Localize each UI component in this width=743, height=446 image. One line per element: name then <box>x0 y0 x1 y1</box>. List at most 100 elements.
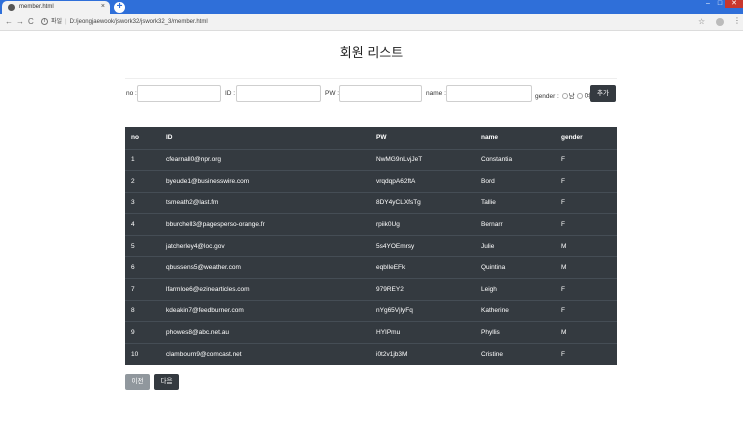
cell-no: 7 <box>125 278 160 301</box>
cell-pw: HYIPmu <box>370 321 475 344</box>
browser-toolbar: ← → C i 파일 | D:/jeongjaewook/jswork32/jswor… <box>0 14 743 31</box>
address-url: D:/jeongjaewook/jswork32/jswork32_3/memb… <box>69 19 208 25</box>
cell-pw: nYg65VjlyFq <box>370 299 475 322</box>
cell-name: Phyllis <box>475 321 555 344</box>
cell-no: 2 <box>125 170 160 193</box>
cell-name: Tallie <box>475 191 555 214</box>
cell-pw: rpiik0Ug <box>370 213 475 236</box>
cell-id: qbussens5@weather.com <box>160 256 370 279</box>
divider <box>125 78 617 79</box>
cell-pw: vrqdqpA62ftA <box>370 170 475 193</box>
table-row: 10 clambourn9@comcast.net i0t2v1jb3M Cristi… <box>125 342 617 365</box>
pw-input[interactable] <box>339 85 422 102</box>
cell-pw: 5s4YOEmrsy <box>370 234 475 257</box>
table-row: 8 kdeakin7@feedburner.com nYg65VjlyFq Kathe… <box>125 299 617 322</box>
gender-female-radio[interactable] <box>577 93 584 100</box>
profile-avatar-icon[interactable] <box>716 18 724 26</box>
prev-page-button[interactable]: 이전 <box>125 374 150 390</box>
cell-pw: 979REY2 <box>370 278 475 301</box>
cell-gender: F <box>555 170 617 193</box>
cell-id: cfearnall0@npr.org <box>160 148 370 171</box>
close-tab-icon[interactable]: × <box>101 3 105 10</box>
cell-no: 5 <box>125 234 160 257</box>
cell-no: 6 <box>125 256 160 279</box>
cell-name: Cristine <box>475 342 555 365</box>
bookmark-star-icon[interactable]: ☆ <box>698 17 705 26</box>
header-name: name <box>481 134 498 142</box>
name-label: name : <box>426 90 446 97</box>
cell-id: bburchell3@pagesperso-orange.fr <box>160 213 370 236</box>
gender-male-label: 남 <box>568 93 575 100</box>
cell-id: phowes8@abc.net.au <box>160 321 370 344</box>
no-input[interactable] <box>137 85 221 102</box>
gender-group: gender : 남 여 <box>535 90 590 100</box>
header-id: ID <box>166 134 173 142</box>
cell-gender: F <box>555 148 617 171</box>
browser-tab-strip: member.html × + – □ ✕ <box>0 0 743 14</box>
id-label: ID : <box>225 90 236 97</box>
cell-no: 4 <box>125 213 160 236</box>
info-icon[interactable]: i <box>41 17 48 25</box>
add-button[interactable]: 추가 <box>590 85 616 102</box>
table-row: 5 jatcherley4@loc.gov 5s4YOEmrsy Julie M <box>125 234 617 257</box>
id-input[interactable] <box>236 85 321 102</box>
name-input[interactable] <box>446 85 532 102</box>
table-body: 1 cfearnall0@npr.org NwMG9nLvjJeT Constanti… <box>125 148 617 365</box>
cell-gender: M <box>555 256 617 279</box>
cell-gender: F <box>555 342 617 365</box>
cell-gender: F <box>555 278 617 301</box>
cell-pw: NwMG9nLvjJeT <box>370 148 475 171</box>
cell-gender: M <box>555 234 617 257</box>
address-prefix: 파일 <box>51 19 63 25</box>
next-page-button[interactable]: 다음 <box>154 374 179 390</box>
back-arrow-icon[interactable]: ← <box>5 17 13 26</box>
cell-no: 1 <box>125 148 160 171</box>
cell-gender: F <box>555 213 617 236</box>
browser-tab[interactable]: member.html × <box>2 1 110 14</box>
header-gender: gender <box>561 134 583 142</box>
cell-id: tsmeath2@last.fm <box>160 191 370 214</box>
cell-name: Bord <box>475 170 555 193</box>
cell-id: kdeakin7@feedburner.com <box>160 299 370 322</box>
table-row: 4 bburchell3@pagesperso-orange.fr rpiik0Ug… <box>125 213 617 236</box>
table-row: 6 qbussens5@weather.com eqbIleEFk Quintina M <box>125 256 617 279</box>
cell-gender: F <box>555 191 617 214</box>
cell-name: Katherine <box>475 299 555 322</box>
header-pw: PW <box>376 134 387 142</box>
address-separator: | <box>65 19 67 25</box>
cell-id: jatcherley4@loc.gov <box>160 234 370 257</box>
cell-no: 9 <box>125 321 160 344</box>
no-label: no : <box>126 90 137 97</box>
cell-name: Quintina <box>475 256 555 279</box>
tab-title: member.html <box>19 4 54 10</box>
table-header-row: no ID PW name gender <box>125 127 617 149</box>
gender-male-radio[interactable] <box>561 93 568 100</box>
cell-name: Constantia <box>475 148 555 171</box>
cell-id: byeude1@businesswire.com <box>160 170 370 193</box>
table-row: 7 lfarmloe6@ezinearticles.com 979REY2 Leigh… <box>125 278 617 301</box>
window-close-icon[interactable]: ✕ <box>725 0 743 8</box>
table-row: 3 tsmeath2@last.fm 8DY4yCLXfsTg Tallie F <box>125 191 617 214</box>
globe-icon <box>8 4 15 11</box>
cell-no: 3 <box>125 191 160 214</box>
cell-pw: 8DY4yCLXfsTg <box>370 191 475 214</box>
new-tab-button[interactable]: + <box>114 2 125 13</box>
cell-name: Leigh <box>475 278 555 301</box>
member-table: no ID PW name gender 1 cfearnall0@npr.org… <box>125 127 617 365</box>
header-no: no <box>131 134 139 142</box>
cell-name: Julie <box>475 234 555 257</box>
table-row: 2 byeude1@businesswire.com vrqdqpA62ftA Bor… <box>125 170 617 193</box>
reload-icon[interactable]: C <box>28 17 34 26</box>
menu-dots-icon[interactable]: ⋮ <box>733 16 741 25</box>
table-row: 9 phowes8@abc.net.au HYIPmu Phyllis M <box>125 321 617 344</box>
pw-label: PW : <box>325 90 340 97</box>
gender-label: gender : <box>535 93 559 100</box>
address-bar[interactable]: i 파일 | D:/jeongjaewook/jswork32/jswork32_3/… <box>41 17 641 28</box>
cell-pw: i0t2v1jb3M <box>370 342 475 365</box>
cell-id: clambourn9@comcast.net <box>160 342 370 365</box>
forward-arrow-icon[interactable]: → <box>16 17 24 26</box>
cell-gender: F <box>555 299 617 322</box>
table-row: 1 cfearnall0@npr.org NwMG9nLvjJeT Constanti… <box>125 148 617 171</box>
cell-name: Bernarr <box>475 213 555 236</box>
cell-no: 10 <box>125 342 160 365</box>
